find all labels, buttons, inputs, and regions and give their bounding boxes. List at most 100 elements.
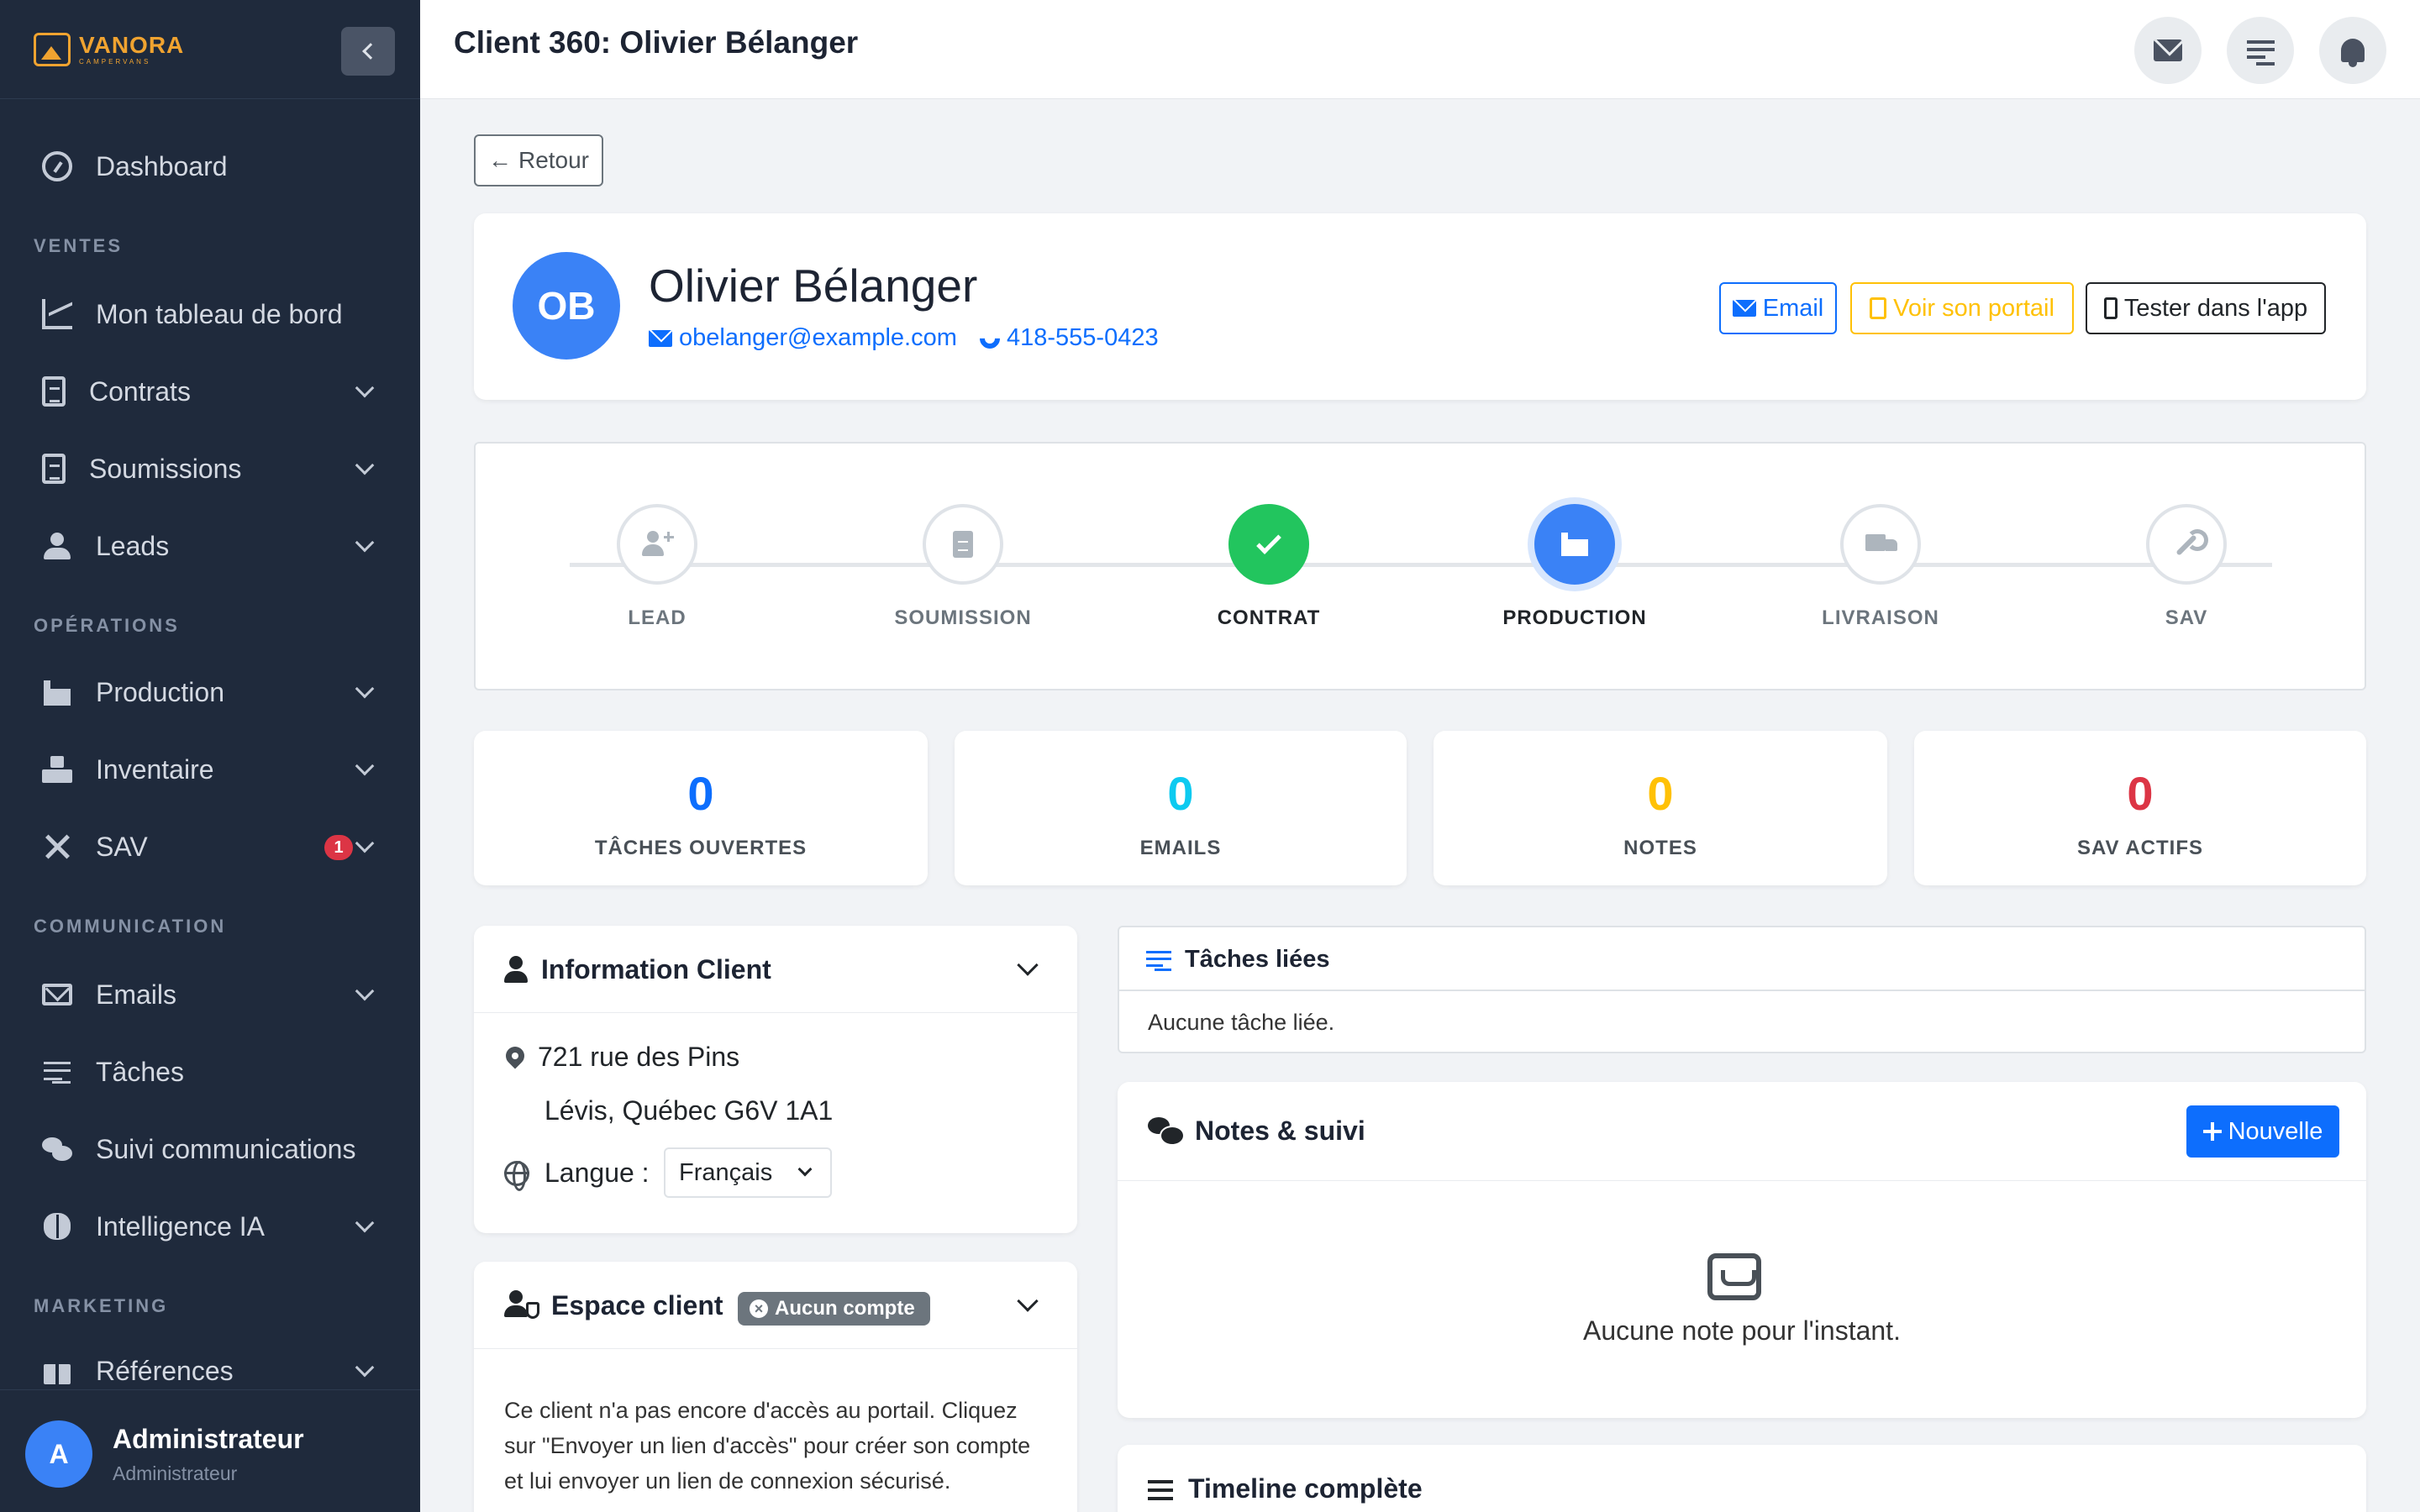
tools-icon xyxy=(42,832,72,862)
brand-name: VANORA xyxy=(79,31,185,58)
sidebar-item-dashboard[interactable]: Dashboard xyxy=(0,141,420,192)
section-operations: OPÉRATIONS xyxy=(34,615,180,636)
tasks-button[interactable] xyxy=(2227,17,2294,84)
gift-icon xyxy=(42,1356,72,1386)
address-line-2: Lévis, Québec G6V 1A1 xyxy=(544,1095,834,1126)
sidebar-item-label: Intelligence IA xyxy=(96,1210,266,1242)
sidebar-item-contrats[interactable]: Contrats xyxy=(0,366,420,417)
stat-value: 0 xyxy=(2127,767,2154,820)
view-portal-button[interactable]: Voir son portail xyxy=(1850,282,2074,334)
user-role: Administrateur xyxy=(113,1462,238,1484)
client-phone: 418-555-0423 xyxy=(1007,324,1159,351)
chart-line-icon xyxy=(42,299,72,329)
bars-icon xyxy=(1148,1480,1173,1500)
portal-access-description: Ce client n'a pas encore d'accès au port… xyxy=(504,1398,1031,1494)
sidebar-item-soumissions[interactable]: Soumissions xyxy=(0,444,420,494)
notes-header: Notes & suivi Nouvelle xyxy=(1118,1082,2366,1181)
client-avatar: OB xyxy=(513,252,620,360)
address-line-1: 721 rue des Pins xyxy=(538,1042,740,1072)
sidebar-item-sav[interactable]: SAV 1 xyxy=(0,822,420,872)
sidebar-item-label: SAV xyxy=(96,831,148,862)
sidebar-item-intelligence-ia[interactable]: Intelligence IA xyxy=(0,1201,420,1252)
chevron-down-icon xyxy=(355,756,375,776)
sidebar-item-inventaire[interactable]: Inventaire xyxy=(0,744,420,795)
pipeline-step-label: PRODUCTION xyxy=(1502,606,1647,629)
comments-icon xyxy=(1148,1117,1185,1146)
pipeline-step-livraison[interactable]: LIVRAISON xyxy=(1797,504,1965,630)
sidebar-item-emails[interactable]: Emails xyxy=(0,969,420,1020)
brand[interactable]: VANORA CAMPERVANS xyxy=(0,0,420,99)
test-in-app-label: Tester dans l'app xyxy=(2123,294,2308,322)
stat-card-emails: 0 EMAILS xyxy=(955,731,1407,885)
sidebar-collapse-button[interactable] xyxy=(341,27,395,76)
pipeline-step-sav[interactable]: SAV xyxy=(2102,504,2270,630)
chevron-down-icon xyxy=(355,679,375,699)
sidebar-item-taches[interactable]: Tâches xyxy=(0,1047,420,1097)
sidebar-item-suivi-communications[interactable]: Suivi communications xyxy=(0,1124,420,1174)
sidebar-item-production[interactable]: Production xyxy=(0,667,420,717)
sidebar-item-label: Soumissions xyxy=(89,453,242,484)
user-plus-icon xyxy=(642,529,674,559)
stat-label: SAV ACTIFS xyxy=(2076,837,2203,859)
language-label: Langue : xyxy=(544,1158,650,1188)
stat-label: EMAILS xyxy=(1139,837,1222,859)
notes-panel: Notes & suivi Nouvelle Aucune note pour … xyxy=(1118,1082,2366,1418)
pipeline-step-label: SOUMISSION xyxy=(894,606,1032,629)
sidebar-item-mon-tableau[interactable]: Mon tableau de bord xyxy=(0,289,420,339)
envelope-icon xyxy=(42,984,72,1005)
sidebar-item-label: Mon tableau de bord xyxy=(96,298,343,329)
notifications-button[interactable] xyxy=(2319,17,2386,84)
stat-value: 0 xyxy=(1647,767,1674,820)
brand-tagline: CAMPERVANS xyxy=(79,57,151,66)
sidebar-item-references[interactable]: Références xyxy=(0,1346,420,1396)
stat-label: TÂCHES OUVERTES xyxy=(594,837,808,859)
sav-count-badge: 1 xyxy=(324,835,353,860)
email-button[interactable]: Email xyxy=(1719,282,1837,334)
info-client-header[interactable]: Information Client xyxy=(474,926,1077,1013)
chevron-down-icon xyxy=(355,1357,375,1378)
test-in-app-button[interactable]: Tester dans l'app xyxy=(2086,282,2326,334)
envelope-icon xyxy=(1732,300,1756,317)
pipeline-step-soumission[interactable]: SOUMISSION xyxy=(879,504,1047,630)
wrench-icon xyxy=(2171,529,2208,559)
back-button[interactable]: ← Retour xyxy=(474,134,603,186)
pipeline-step-lead[interactable]: LEAD xyxy=(573,504,741,630)
info-client-panel: Information Client 721 rue des Pins Lévi… xyxy=(474,926,1077,1233)
tasks-icon xyxy=(2246,38,2275,66)
new-note-label: Nouvelle xyxy=(2228,1117,2323,1145)
panel-title: Tâches liées xyxy=(1185,946,1330,973)
stat-value: 0 xyxy=(1167,767,1194,820)
pipeline-step-production[interactable]: PRODUCTION xyxy=(1491,504,1659,630)
inbox-icon xyxy=(1707,1253,1761,1300)
client-phone-link[interactable]: 418-555-0423 xyxy=(976,323,1159,353)
chevron-down-icon xyxy=(355,833,375,853)
user-profile[interactable]: A Administrateur Administrateur xyxy=(0,1389,420,1512)
pipeline-step-label: LIVRAISON xyxy=(1822,606,1939,629)
pipeline-card: LEAD SOUMISSION CONTRAT PRODUCTION LIVRA… xyxy=(474,442,2366,690)
sidebar-item-label: Production xyxy=(96,676,224,707)
stat-value: 0 xyxy=(687,767,714,820)
client-profile-card: OB Olivier Bélanger obelanger@example.co… xyxy=(474,213,2366,400)
sidebar-item-label: Références xyxy=(96,1355,234,1386)
sidebar-item-label: Inventaire xyxy=(96,753,214,785)
view-portal-label: Voir son portail xyxy=(1893,294,2054,322)
envelope-icon xyxy=(2154,39,2182,61)
building-icon xyxy=(1870,297,1887,319)
phone-icon xyxy=(976,323,1004,353)
chevron-down-icon xyxy=(355,533,375,553)
sidebar-item-label: Leads xyxy=(96,530,170,561)
client-email-link[interactable]: obelanger@example.com xyxy=(649,324,957,352)
language-select[interactable]: Français xyxy=(664,1147,832,1198)
sidebar-item-leads[interactable]: Leads xyxy=(0,521,420,571)
new-note-button[interactable]: Nouvelle xyxy=(2186,1105,2339,1158)
stat-label: NOTES xyxy=(1623,837,1697,859)
brain-icon xyxy=(42,1211,72,1242)
pipeline-step-contrat[interactable]: CONTRAT xyxy=(1185,504,1353,630)
tasks-icon xyxy=(42,1057,72,1087)
section-ventes: VENTES xyxy=(34,235,124,256)
espace-client-header[interactable]: Espace client × Aucun compte xyxy=(474,1262,1077,1349)
panel-title: Notes & suivi xyxy=(1195,1116,1365,1146)
messages-button[interactable] xyxy=(2134,17,2202,84)
pipeline-step-label: CONTRAT xyxy=(1217,606,1321,629)
page-title: Client 360: Olivier Bélanger xyxy=(454,25,859,60)
